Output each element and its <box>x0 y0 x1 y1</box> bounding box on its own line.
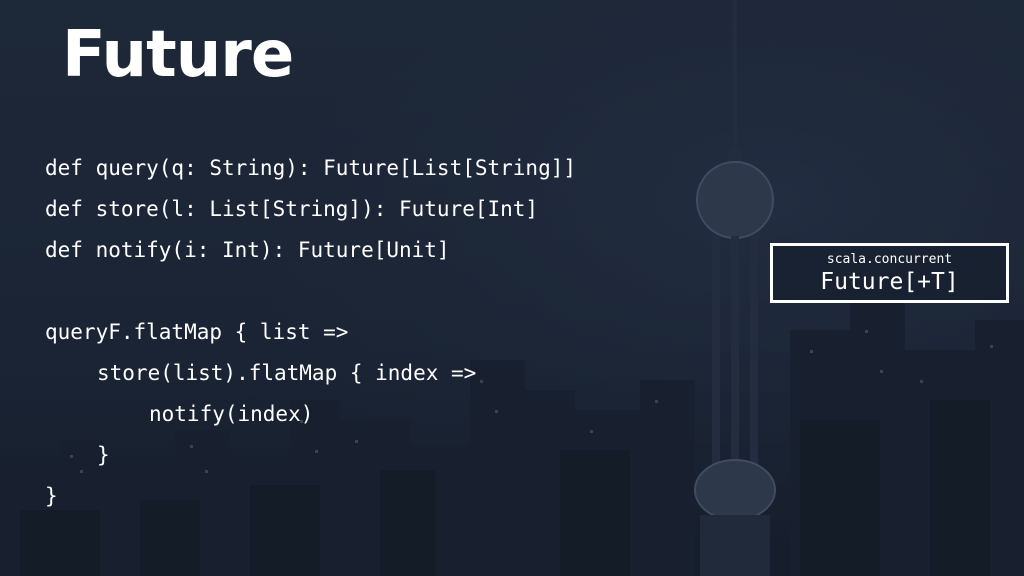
code-line: notify(index) <box>149 402 314 426</box>
package-label: scala.concurrent <box>826 252 953 267</box>
code-line: queryF.flatMap { list => <box>45 320 349 344</box>
code-line: store(list).flatMap { index => <box>97 361 477 385</box>
code-block: def query(q: String): Future[List[String… <box>45 148 576 517</box>
code-line: } <box>97 443 110 467</box>
code-line: def notify(i: Int): Future[Unit] <box>45 238 450 262</box>
type-label: Future[+T] <box>820 269 959 295</box>
code-line: } <box>45 484 58 508</box>
code-line: def store(l: List[String]): Future[Int] <box>45 197 539 221</box>
code-line: def query(q: String): Future[List[String… <box>45 156 577 180</box>
slide-title: Future <box>62 18 294 92</box>
type-info-box: scala.concurrent Future[+T] <box>770 243 1009 303</box>
